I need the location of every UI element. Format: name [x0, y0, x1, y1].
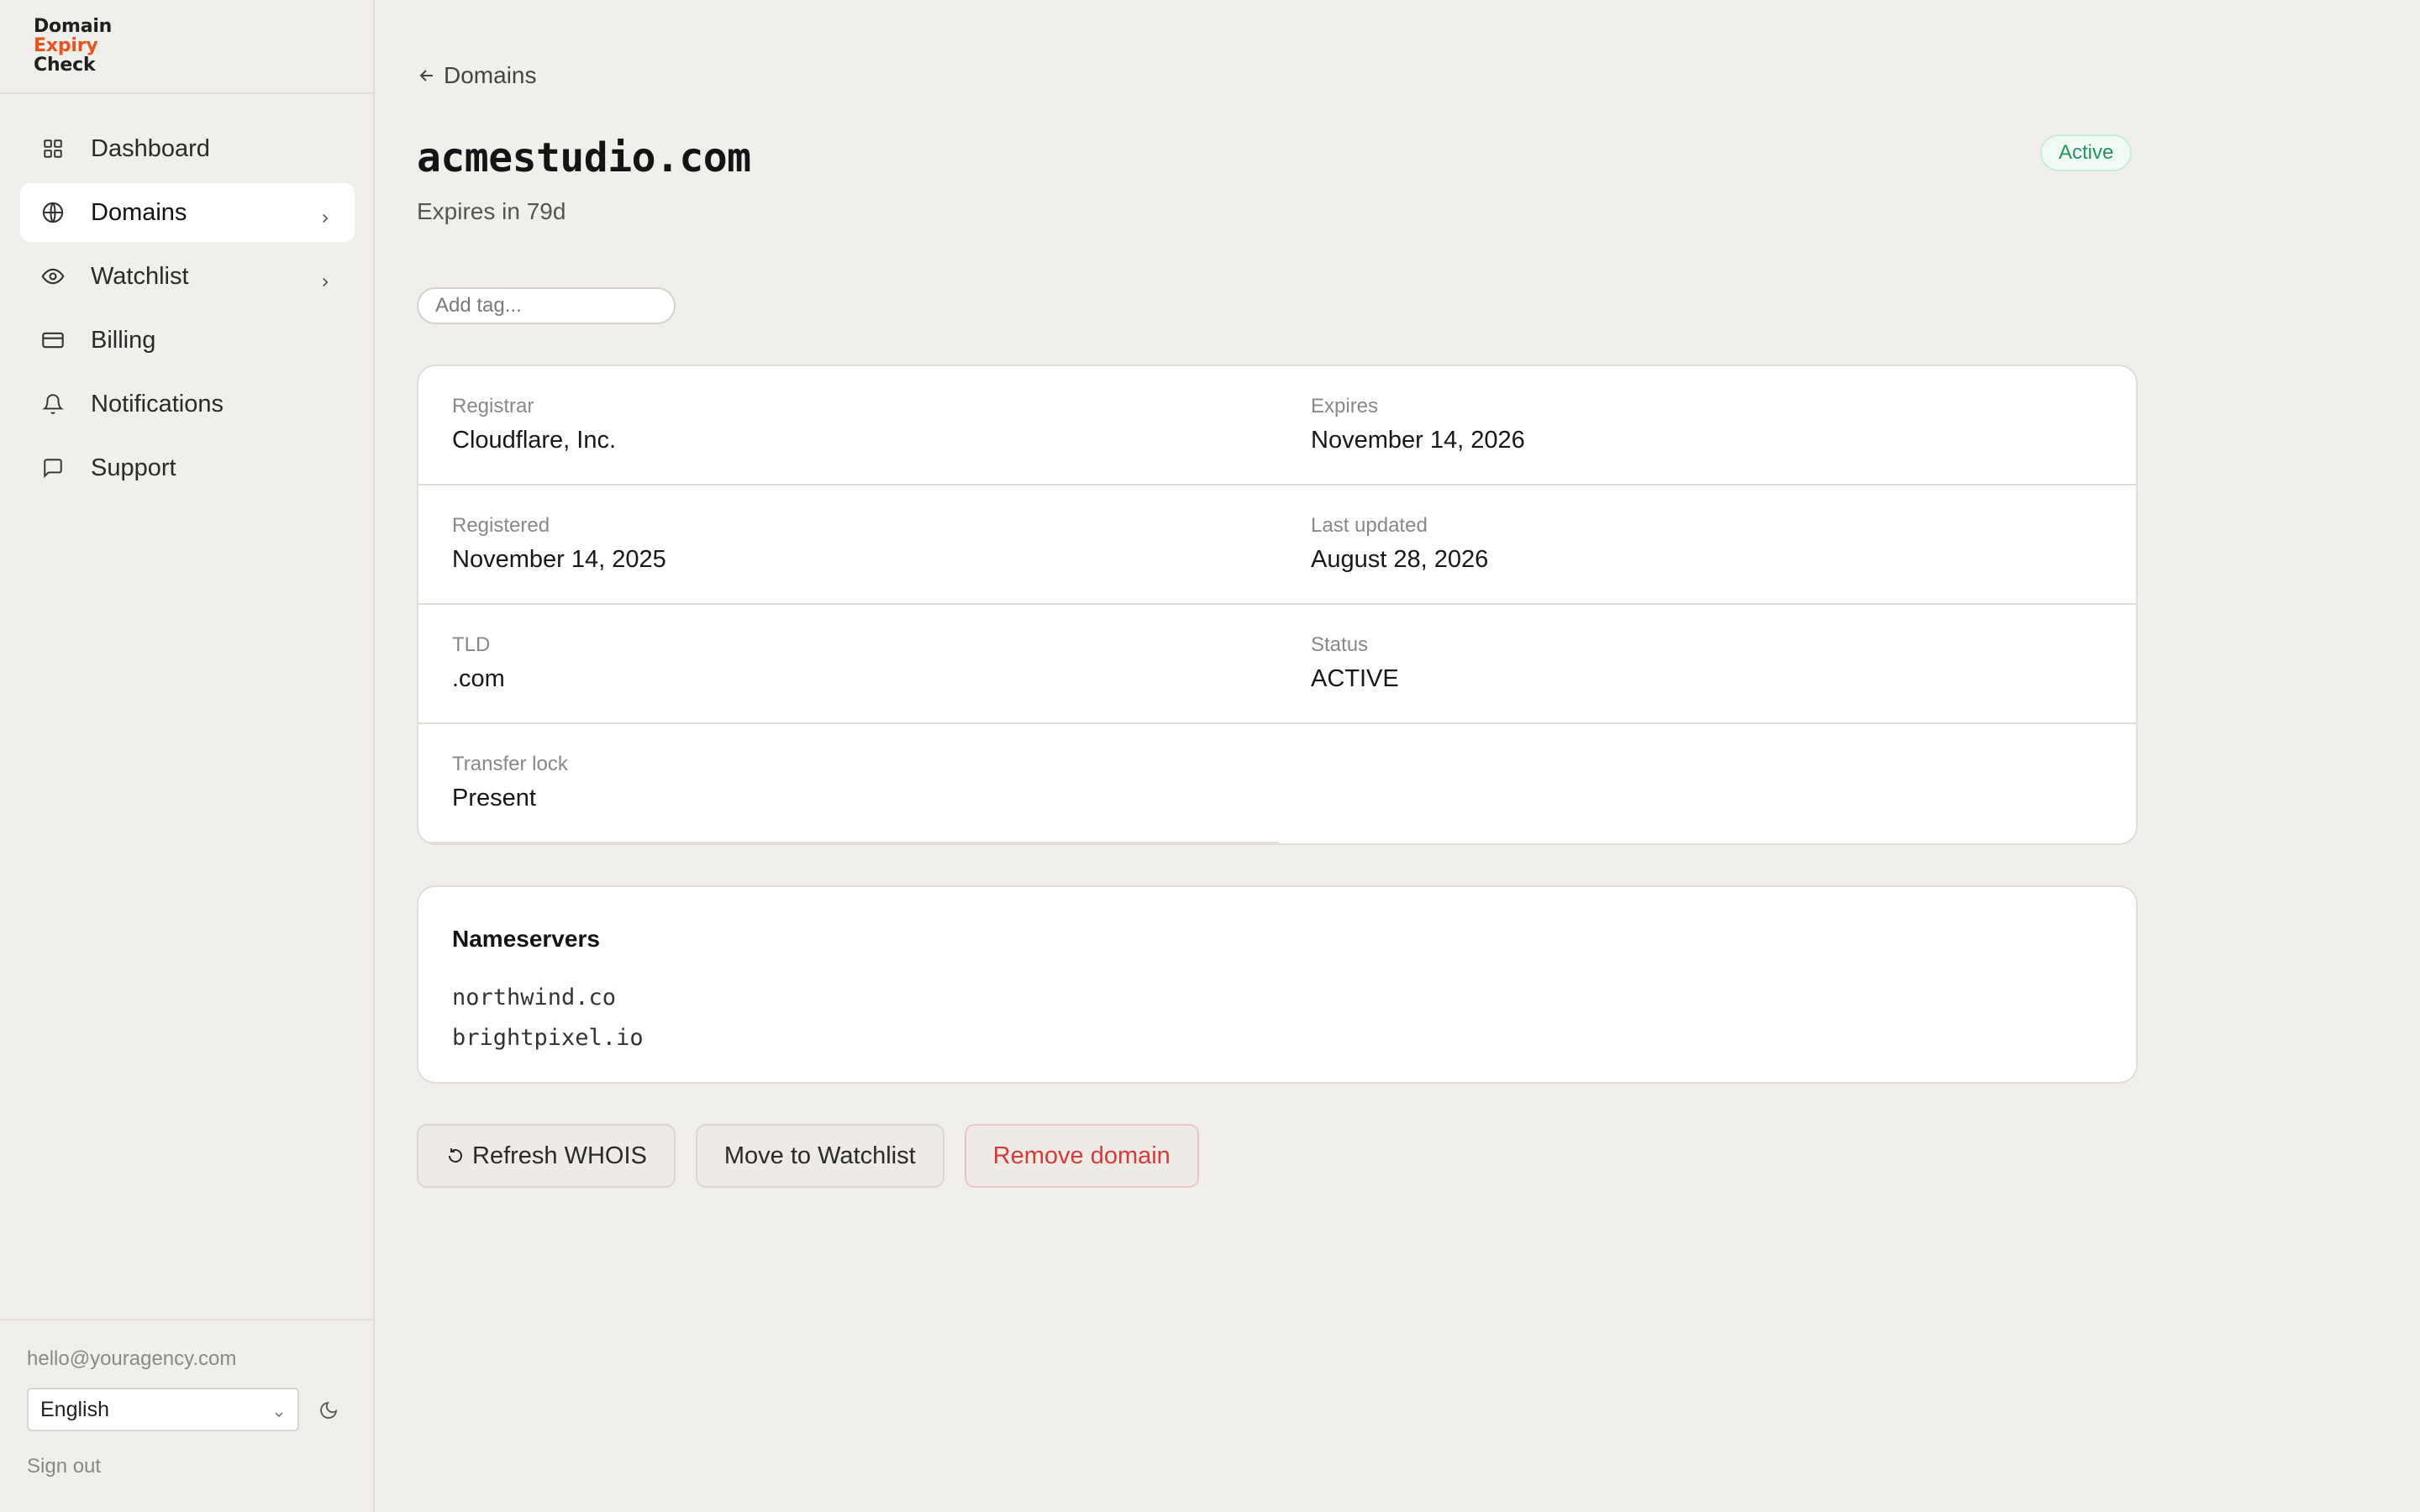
eye-icon: [40, 264, 66, 289]
sidebar-item-watchlist[interactable]: Watchlist: [20, 247, 355, 306]
status-badge: Active: [2040, 134, 2133, 171]
transfer-lock-label: Transfer lock: [452, 753, 568, 775]
page-title: acmestudio.com: [417, 134, 751, 181]
status-value: ACTIVE: [1311, 665, 1399, 692]
globe-icon: [40, 200, 66, 225]
language-select[interactable]: English: [27, 1388, 299, 1431]
language-select-value: English: [40, 1397, 109, 1421]
logo-line-3: Check: [34, 55, 96, 76]
sign-out-link[interactable]: Sign out: [27, 1455, 101, 1478]
divider: [0, 92, 375, 94]
grid-icon: [40, 136, 66, 161]
back-link-label: Domains: [444, 62, 537, 88]
sidebar-item-notifications[interactable]: Notifications: [20, 375, 355, 433]
sidebar: Domain Expiry Check Dashboard Domains Wa…: [0, 0, 375, 1512]
divider: [0, 1319, 375, 1320]
details-row: Transfer lock Present: [418, 724, 2136, 843]
message-icon: [40, 455, 66, 480]
registered-label: Registered: [452, 514, 550, 537]
logo-line-2: Expiry: [34, 35, 98, 56]
actions-bar: Refresh WHOIS Move to Watchlist Remove d…: [417, 1124, 1219, 1188]
domain-details-card: Registrar Cloudflare, Inc. Expires Novem…: [417, 365, 2138, 845]
sidebar-item-label: Domains: [91, 198, 187, 226]
divider: [418, 842, 1279, 843]
sidebar-nav: Dashboard Domains Watchlist Billing Noti…: [20, 119, 355, 502]
sidebar-item-label: Watchlist: [91, 262, 189, 290]
sidebar-item-billing[interactable]: Billing: [20, 311, 355, 370]
nameservers-card: Nameservers northwind.co brightpixel.io: [417, 885, 2138, 1084]
refresh-whois-label: Refresh WHOIS: [472, 1142, 647, 1169]
details-row: Registrar Cloudflare, Inc. Expires Novem…: [418, 366, 2136, 486]
expires-value: November 14, 2026: [1311, 427, 1525, 454]
credit-card-icon: [40, 328, 66, 353]
last-updated-value: August 28, 2026: [1311, 546, 1489, 573]
details-row: Registered November 14, 2025 Last update…: [418, 486, 2136, 605]
nameserver-item: brightpixel.io: [452, 1025, 644, 1051]
refresh-icon: [445, 1146, 466, 1166]
remove-domain-button[interactable]: Remove domain: [964, 1124, 1199, 1188]
details-row: TLD .com Status ACTIVE: [418, 605, 2136, 724]
chevron-right-icon: [318, 205, 333, 223]
registrar-value: Cloudflare, Inc.: [452, 427, 617, 454]
nameserver-item: northwind.co: [452, 984, 617, 1011]
expires-label: Expires: [1311, 395, 1379, 417]
sidebar-item-label: Dashboard: [91, 134, 210, 162]
status-label: Status: [1311, 633, 1369, 656]
user-email: hello@youragency.com: [27, 1347, 237, 1370]
sidebar-item-domains[interactable]: Domains: [20, 183, 355, 242]
move-to-watchlist-button[interactable]: Move to Watchlist: [695, 1124, 944, 1188]
app-logo[interactable]: Domain Expiry Check: [34, 17, 112, 75]
sidebar-item-support[interactable]: Support: [20, 438, 355, 497]
registrar-label: Registrar: [452, 395, 534, 417]
chevron-down-icon: [272, 1403, 286, 1418]
sidebar-item-label: Billing: [91, 326, 156, 354]
transfer-lock-value: Present: [452, 785, 536, 811]
nameservers-title: Nameservers: [452, 926, 600, 952]
bell-icon: [40, 391, 66, 417]
registered-value: November 14, 2025: [452, 546, 666, 573]
sidebar-item-label: Notifications: [91, 390, 224, 417]
chevron-right-icon: [318, 269, 333, 287]
add-tag-input[interactable]: [417, 287, 676, 324]
expiry-subtitle: Expires in 79d: [417, 198, 566, 224]
logo-line-1: Domain: [34, 16, 113, 37]
tld-value: .com: [452, 665, 505, 692]
sidebar-item-label: Support: [91, 454, 176, 481]
tld-label: TLD: [452, 633, 491, 656]
moon-icon[interactable]: [316, 1398, 341, 1423]
refresh-whois-button[interactable]: Refresh WHOIS: [417, 1124, 676, 1188]
nameservers-list: northwind.co brightpixel.io: [452, 978, 644, 1058]
last-updated-label: Last updated: [1311, 514, 1428, 537]
back-to-domains-link[interactable]: Domains: [417, 62, 536, 89]
arrow-left-icon: [419, 70, 433, 81]
sidebar-item-dashboard[interactable]: Dashboard: [20, 119, 355, 178]
